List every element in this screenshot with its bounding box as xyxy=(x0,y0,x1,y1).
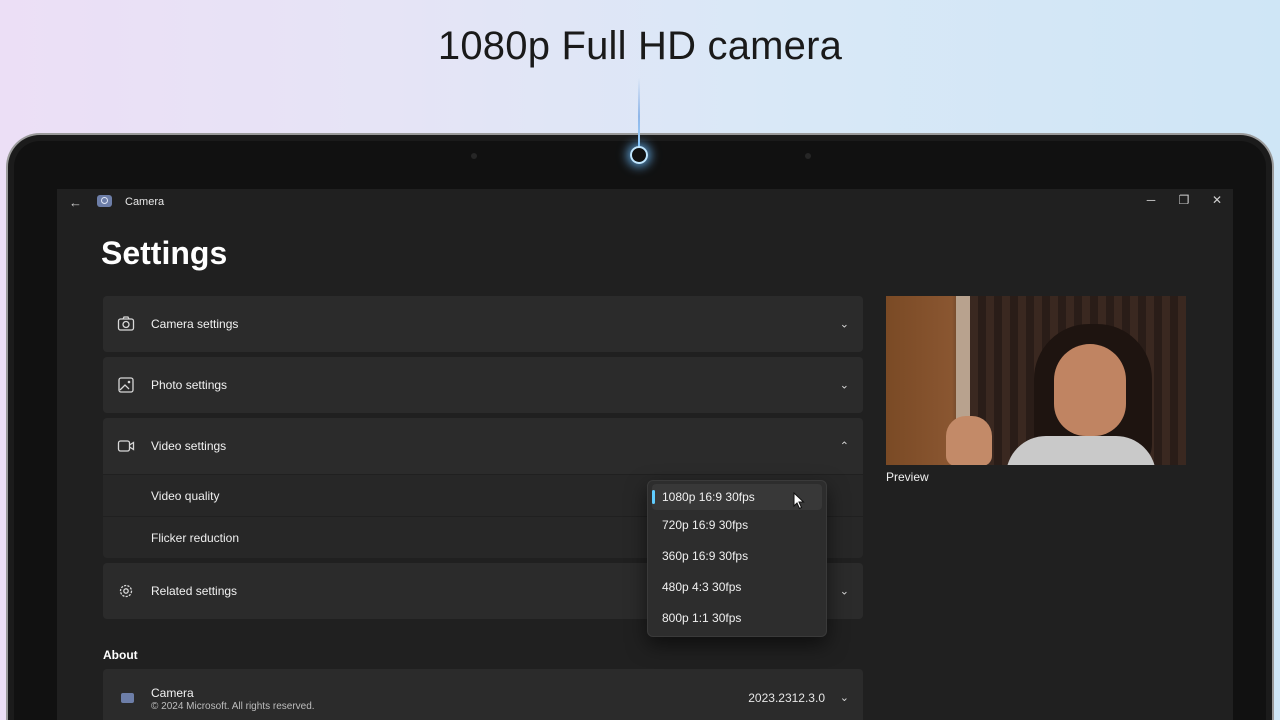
gear-icon xyxy=(119,584,133,598)
sensor-dot xyxy=(805,153,811,159)
sensor-dot xyxy=(471,153,477,159)
camera-app-window: ← Camera ─ ❐ ✕ Settings Camera settings … xyxy=(57,189,1233,720)
preview-person-hand xyxy=(946,416,992,465)
video-settings-label: Video settings xyxy=(151,439,227,453)
video-quality-option-800p[interactable]: 800p 1:1 30fps xyxy=(648,603,826,634)
related-settings-label: Related settings xyxy=(151,584,238,598)
chevron-down-icon: ⌄ xyxy=(839,585,849,598)
camera-settings-label: Camera settings xyxy=(151,317,239,331)
close-button[interactable]: ✕ xyxy=(1207,193,1227,207)
flicker-reduction-label: Flicker reduction xyxy=(151,530,240,545)
camera-indicator-line xyxy=(638,78,640,148)
video-settings-section[interactable]: Video settings ⌃ xyxy=(103,418,863,474)
preview-label: Preview xyxy=(886,470,929,484)
photo-settings-label: Photo settings xyxy=(151,378,228,392)
camera-app-icon xyxy=(121,693,134,703)
headline: 1080p Full HD camera xyxy=(437,24,843,68)
about-app-name: Camera xyxy=(151,686,194,700)
camera-settings-section[interactable]: Camera settings ⌄ xyxy=(103,296,863,352)
back-arrow-icon[interactable]: ← xyxy=(69,195,82,210)
about-copyright: © 2024 Microsoft. All rights reserved. xyxy=(151,701,315,712)
chevron-up-icon: ⌃ xyxy=(839,440,849,453)
chevron-down-icon: ⌄ xyxy=(839,692,849,704)
preview-person-body xyxy=(1006,436,1156,465)
preview-person-face xyxy=(1054,344,1126,436)
photo-icon xyxy=(118,377,134,393)
camera-preview xyxy=(886,296,1186,465)
minimize-button[interactable]: ─ xyxy=(1141,193,1161,207)
page-title: Settings xyxy=(101,235,228,271)
mouse-cursor-icon xyxy=(793,492,805,510)
about-heading: About xyxy=(103,648,138,662)
camera-app-icon xyxy=(97,195,112,207)
title-bar: ← Camera ─ ❐ ✕ xyxy=(57,189,1233,215)
chevron-down-icon: ⌄ xyxy=(839,379,849,392)
camera-icon xyxy=(117,316,135,331)
webcam-indicator xyxy=(630,146,648,164)
video-quality-option-480p[interactable]: 480p 4:3 30fps xyxy=(648,572,826,603)
chevron-down-icon: ⌄ xyxy=(839,318,849,331)
video-quality-option-360p[interactable]: 360p 16:9 30fps xyxy=(648,541,826,572)
video-quality-option-720p[interactable]: 720p 16:9 30fps xyxy=(648,510,826,541)
photo-settings-section[interactable]: Photo settings ⌄ xyxy=(103,357,863,413)
restore-button[interactable]: ❐ xyxy=(1174,193,1194,207)
about-version: 2023.2312.3.0 xyxy=(748,691,825,705)
window-title: Camera xyxy=(125,196,165,208)
video-icon xyxy=(117,440,135,452)
video-quality-label: Video quality xyxy=(151,488,220,503)
about-card[interactable]: Camera © 2024 Microsoft. All rights rese… xyxy=(103,669,863,720)
